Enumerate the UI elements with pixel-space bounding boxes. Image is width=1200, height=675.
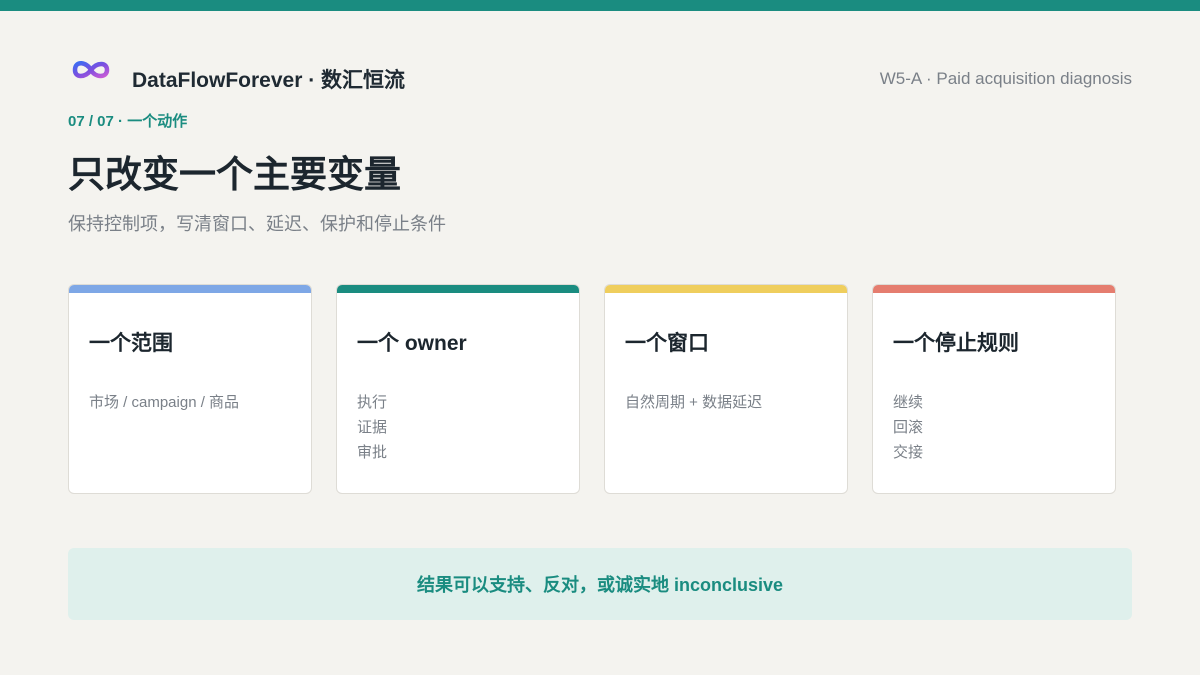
card-scope: 一个范围 市场 / campaign / 商品 (68, 284, 312, 494)
infinity-logo-icon (72, 61, 110, 79)
section-label: 07 / 07 · 一个动作 (68, 113, 188, 130)
card-line: 交接 (893, 444, 924, 461)
card-accent-bar (69, 285, 311, 293)
card-window: 一个窗口 自然周期 + 数据延迟 (604, 284, 848, 494)
card-lines: 继续 回滚 交接 (893, 390, 923, 465)
conclusion-banner: 结果可以支持、反对，或诚实地 inconclusive (68, 548, 1132, 620)
brand-name: DataFlowForever · 数汇恒流 (132, 69, 406, 92)
card-line: 执行 (357, 394, 388, 411)
card-title: 一个范围 (89, 332, 173, 355)
card-accent-bar (337, 285, 579, 293)
top-accent-bar (0, 0, 1200, 11)
card-line: 证据 (357, 419, 388, 436)
card-stop-rule: 一个停止规则 继续 回滚 交接 (872, 284, 1116, 494)
card-line: 继续 (893, 394, 924, 411)
deck-label: W5-A · Paid acquisition diagnosis (879, 69, 1132, 88)
card-title: 一个窗口 (625, 332, 709, 355)
card-line: 审批 (357, 444, 388, 461)
card-accent-bar (605, 285, 847, 293)
page-subtitle: 保持控制项，写清窗口、延迟、保护和停止条件 (68, 214, 446, 234)
card-line: 回滚 (893, 419, 924, 436)
card-title: 一个停止规则 (893, 332, 1019, 355)
card-lines: 执行 证据 审批 (357, 390, 387, 465)
card-accent-bar (873, 285, 1115, 293)
card-line: 市场 / campaign / 商品 (89, 394, 240, 411)
card-title: 一个 owner (357, 332, 467, 355)
card-line: 自然周期 + 数据延迟 (625, 394, 763, 411)
card-lines: 自然周期 + 数据延迟 (625, 390, 762, 415)
card-owner: 一个 owner 执行 证据 审批 (336, 284, 580, 494)
conclusion-text: 结果可以支持、反对，或诚实地 inconclusive (416, 575, 784, 595)
card-lines: 市场 / campaign / 商品 (89, 390, 239, 415)
page-title: 只改变一个主要变量 (68, 154, 401, 195)
